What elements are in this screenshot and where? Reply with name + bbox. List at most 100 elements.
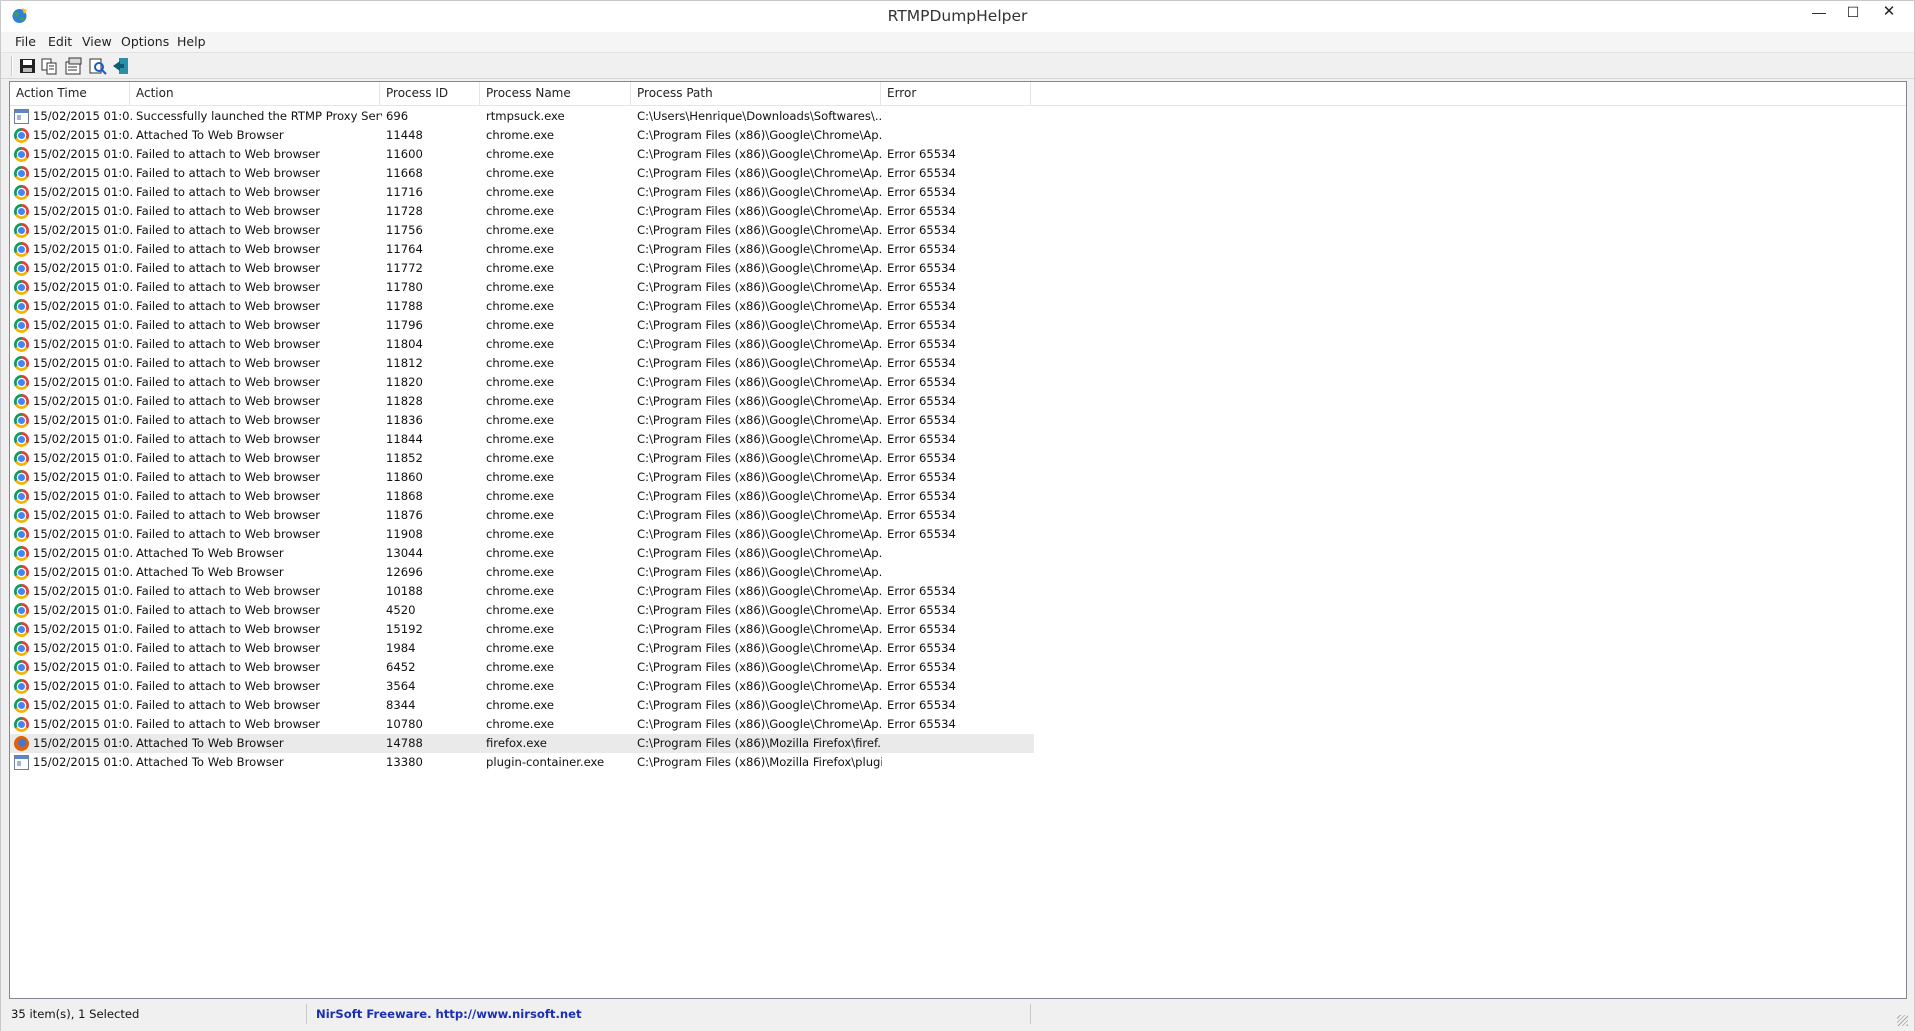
menu-view[interactable]: View — [78, 34, 116, 49]
status-item-count: 35 item(s), 1 Selected — [11, 1004, 307, 1024]
cell-action-time: 15/02/2015 01:0... — [33, 337, 133, 351]
cell-action-time: 15/02/2015 01:0... — [33, 109, 133, 123]
cell-process-path: C:\Program Files (x86)\Google\Chrome\Ap.… — [637, 147, 882, 161]
cell-process-path: C:\Program Files (x86)\Google\Chrome\Ap.… — [637, 413, 882, 427]
menu-file[interactable]: File — [11, 34, 40, 49]
menu-help[interactable]: Help — [173, 34, 210, 49]
table-row[interactable]: 15/02/2015 01:0... Failed to attach to We… — [10, 335, 1034, 354]
table-row[interactable]: 15/02/2015 01:0... Failed to attach to We… — [10, 278, 1034, 297]
resize-grip[interactable] — [1897, 1015, 1908, 1026]
chrome-icon — [14, 527, 29, 542]
cell-action: Failed to attach to Web browser — [136, 261, 321, 275]
minimize-button[interactable]: — — [1802, 1, 1836, 25]
table-row[interactable]: 15/02/2015 01:0... Failed to attach to We… — [10, 316, 1034, 335]
cell-action: Failed to attach to Web browser — [136, 584, 321, 598]
exit-icon[interactable] — [111, 56, 132, 76]
cell-action-time: 15/02/2015 01:0... — [33, 527, 133, 541]
title-bar[interactable]: RTMPDumpHelper — ☐ ✕ — [1, 1, 1914, 32]
cell-action: Failed to attach to Web browser — [136, 660, 321, 674]
cell-action: Failed to attach to Web browser — [136, 223, 321, 237]
cell-action-time: 15/02/2015 01:0... — [33, 603, 133, 617]
close-button[interactable]: ✕ — [1872, 1, 1906, 25]
nirsoft-link[interactable]: NirSoft Freeware. http://www.nirsoft.net — [316, 1004, 1031, 1024]
col-error[interactable]: Error — [881, 82, 1031, 106]
copy-icon[interactable] — [39, 56, 60, 76]
cell-process-id: 11820 — [386, 375, 423, 389]
table-row[interactable]: 15/02/2015 01:0... Attached To Web Browse… — [10, 126, 1034, 145]
cell-error: Error 65534 — [887, 413, 956, 427]
cell-process-name: chrome.exe — [486, 223, 555, 237]
chrome-icon — [14, 546, 29, 561]
table-row[interactable]: 15/02/2015 01:0... Failed to attach to We… — [10, 240, 1034, 259]
table-row[interactable]: 15/02/2015 01:0... Failed to attach to We… — [10, 354, 1034, 373]
cell-process-name: chrome.exe — [486, 204, 555, 218]
table-row[interactable]: 15/02/2015 01:0... Failed to attach to We… — [10, 677, 1034, 696]
app-icon — [14, 109, 29, 124]
cell-process-path: C:\Program Files (x86)\Google\Chrome\Ap.… — [637, 622, 882, 636]
table-row[interactable]: 15/02/2015 01:0... Failed to attach to We… — [10, 202, 1034, 221]
table-row[interactable]: 15/02/2015 01:0... Failed to attach to We… — [10, 373, 1034, 392]
cell-error — [887, 753, 1027, 772]
menu-options[interactable]: Options — [117, 34, 173, 49]
cell-process-name: firefox.exe — [486, 736, 547, 750]
table-row[interactable]: 15/02/2015 01:0... Failed to attach to We… — [10, 620, 1034, 639]
cell-action-time: 15/02/2015 01:0... — [33, 242, 133, 256]
cell-process-name: chrome.exe — [486, 413, 555, 427]
table-row[interactable]: 15/02/2015 01:0... Failed to attach to We… — [10, 696, 1034, 715]
maximize-button[interactable]: ☐ — [1836, 1, 1870, 25]
cell-action-time: 15/02/2015 01:0... — [33, 717, 133, 731]
table-row[interactable]: 15/02/2015 01:0... Attached To Web Browse… — [10, 753, 1034, 772]
table-row[interactable]: 15/02/2015 01:0... Attached To Web Browse… — [10, 563, 1034, 582]
cell-action-time: 15/02/2015 01:0... — [33, 299, 133, 313]
table-row[interactable]: 15/02/2015 01:0... Failed to attach to We… — [10, 715, 1034, 734]
cell-process-id: 696 — [386, 109, 409, 123]
chrome-icon — [14, 603, 29, 618]
actions-list[interactable]: Action Time Action Process ID Process Na… — [9, 81, 1907, 999]
cell-error: Error 65534 — [887, 717, 956, 731]
col-process-path[interactable]: Process Path — [631, 82, 881, 106]
table-row[interactable]: 15/02/2015 01:0... Successfully launched … — [10, 107, 1034, 126]
cell-action: Failed to attach to Web browser — [136, 641, 321, 655]
table-row[interactable]: 15/02/2015 01:0... Failed to attach to We… — [10, 430, 1034, 449]
table-row[interactable]: 15/02/2015 01:0... Attached To Web Browse… — [10, 544, 1034, 563]
properties-icon[interactable] — [63, 56, 84, 76]
table-row[interactable]: 15/02/2015 01:0... Failed to attach to We… — [10, 221, 1034, 240]
chrome-icon — [14, 147, 29, 162]
cell-error: Error 65534 — [887, 698, 956, 712]
chrome-icon — [14, 565, 29, 580]
cell-action: Failed to attach to Web browser — [136, 337, 321, 351]
col-action[interactable]: Action — [130, 82, 380, 106]
cell-process-path: C:\Program Files (x86)\Google\Chrome\Ap.… — [637, 451, 882, 465]
table-row[interactable]: 15/02/2015 01:0... Failed to attach to We… — [10, 259, 1034, 278]
cell-action: Failed to attach to Web browser — [136, 166, 321, 180]
table-row[interactable]: 15/02/2015 01:0... Failed to attach to We… — [10, 506, 1034, 525]
table-row[interactable]: 15/02/2015 01:0... Failed to attach to We… — [10, 392, 1034, 411]
find-icon[interactable] — [87, 56, 108, 76]
table-row[interactable]: 15/02/2015 01:0... Failed to attach to We… — [10, 411, 1034, 430]
table-row[interactable]: 15/02/2015 01:0... Failed to attach to We… — [10, 639, 1034, 658]
table-row[interactable]: 15/02/2015 01:0... Attached To Web Browse… — [10, 734, 1034, 753]
table-row[interactable]: 15/02/2015 01:0... Failed to attach to We… — [10, 601, 1034, 620]
table-row[interactable]: 15/02/2015 01:0... Failed to attach to We… — [10, 658, 1034, 677]
cell-process-name: chrome.exe — [486, 337, 555, 351]
table-row[interactable]: 15/02/2015 01:0... Failed to attach to We… — [10, 582, 1034, 601]
col-process-name[interactable]: Process Name — [480, 82, 631, 106]
cell-error: Error 65534 — [887, 603, 956, 617]
cell-process-name: chrome.exe — [486, 185, 555, 199]
table-row[interactable]: 15/02/2015 01:0... Failed to attach to We… — [10, 487, 1034, 506]
cell-process-path: C:\Program Files (x86)\Google\Chrome\Ap.… — [637, 679, 882, 693]
cell-action: Failed to attach to Web browser — [136, 679, 321, 693]
table-row[interactable]: 15/02/2015 01:0... Failed to attach to We… — [10, 525, 1034, 544]
table-row[interactable]: 15/02/2015 01:0... Failed to attach to We… — [10, 449, 1034, 468]
toolbar-grip — [11, 56, 13, 76]
save-icon[interactable] — [17, 56, 38, 76]
col-process-id[interactable]: Process ID — [380, 82, 480, 106]
cell-process-name: chrome.exe — [486, 261, 555, 275]
table-row[interactable]: 15/02/2015 01:0... Failed to attach to We… — [10, 297, 1034, 316]
table-row[interactable]: 15/02/2015 01:0... Failed to attach to We… — [10, 183, 1034, 202]
table-row[interactable]: 15/02/2015 01:0... Failed to attach to We… — [10, 468, 1034, 487]
col-action-time[interactable]: Action Time — [10, 82, 130, 106]
table-row[interactable]: 15/02/2015 01:0... Failed to attach to We… — [10, 145, 1034, 164]
table-row[interactable]: 15/02/2015 01:0... Failed to attach to We… — [10, 164, 1034, 183]
menu-edit[interactable]: Edit — [44, 34, 76, 49]
